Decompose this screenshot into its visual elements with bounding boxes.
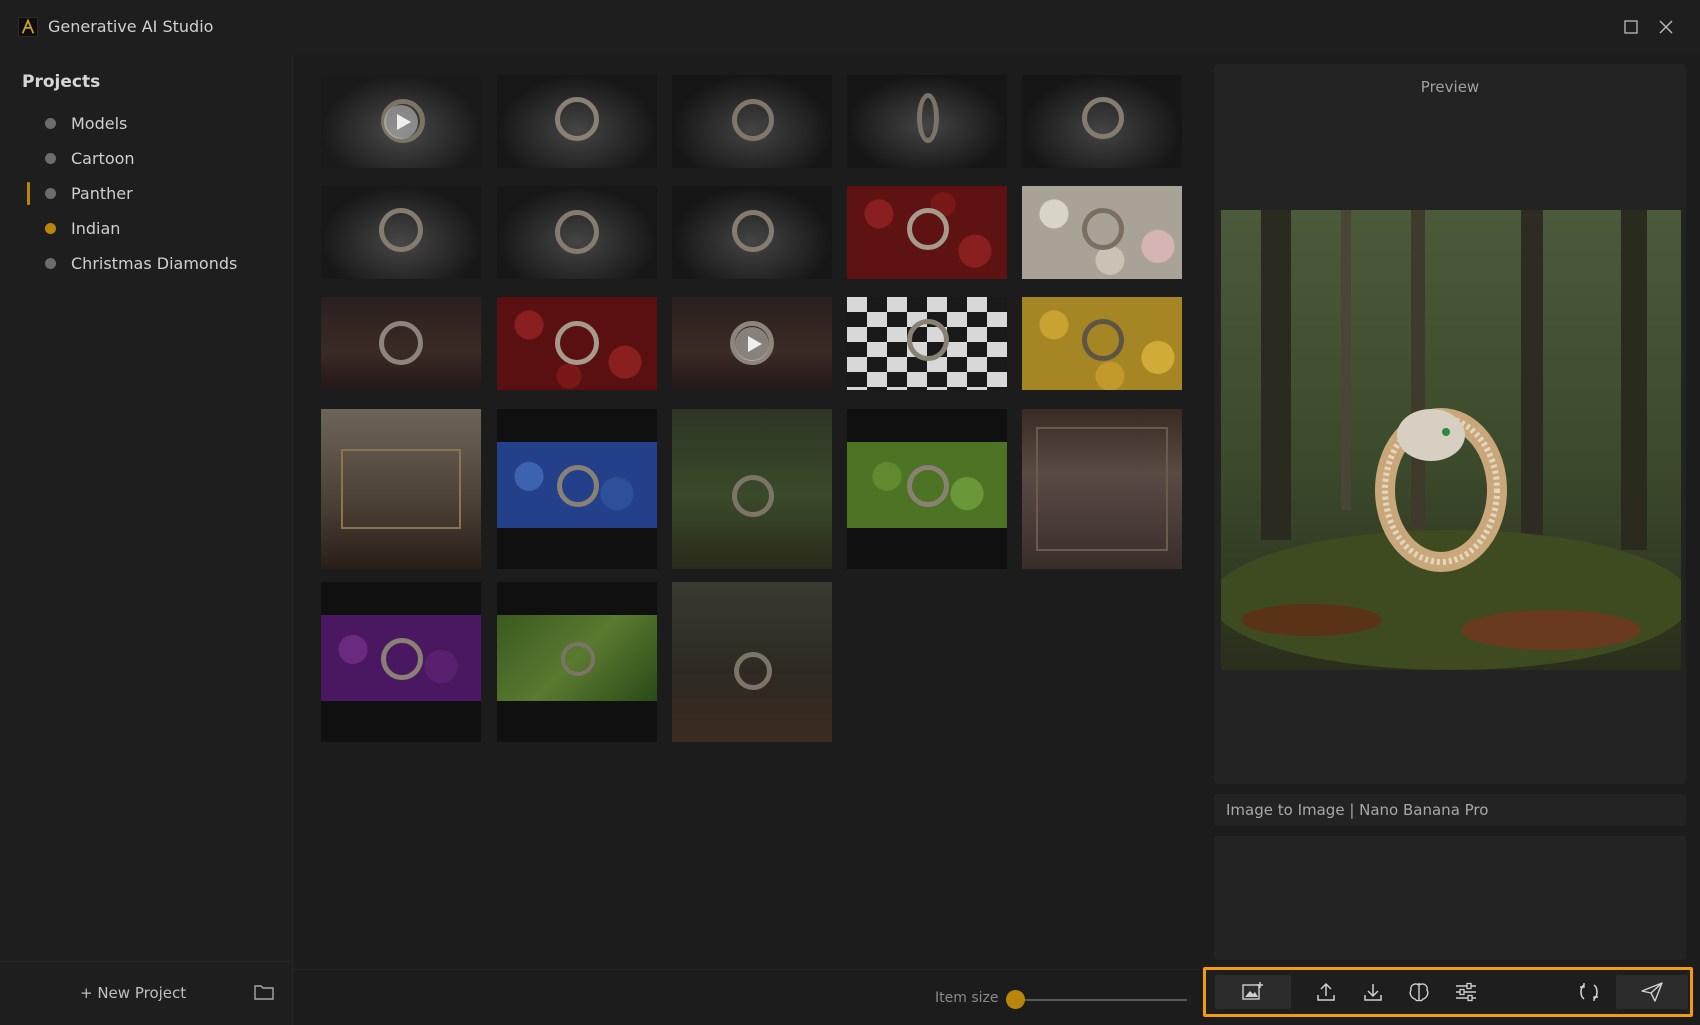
brain-icon — [1409, 983, 1429, 1002]
thumbnail-image[interactable] — [847, 186, 1007, 279]
item-size-slider-handle[interactable] — [1006, 990, 1025, 1009]
thumbnail-video[interactable] — [321, 75, 481, 168]
model-label: Image to Image | Nano Banana Pro — [1226, 801, 1489, 819]
thumbnail-image[interactable] — [672, 582, 832, 742]
thumbnail-image[interactable] — [847, 409, 1007, 569]
ai-model-button[interactable] — [1402, 975, 1436, 1009]
thumbnail-grid — [294, 54, 1200, 969]
close-button[interactable] — [1652, 14, 1680, 40]
thumbnail-image[interactable] — [497, 409, 657, 569]
add-image-button[interactable] — [1215, 975, 1291, 1009]
title-bar: Generative AI Studio — [0, 0, 1700, 54]
thumbnail-image[interactable] — [321, 297, 481, 390]
sliders-icon — [1456, 982, 1476, 1002]
thumbnail-image[interactable] — [321, 186, 481, 279]
thumbnail-image[interactable] — [321, 582, 481, 742]
sidebar-item-indian[interactable]: Indian — [0, 211, 293, 246]
app-logo-icon — [18, 17, 38, 37]
close-icon — [1659, 20, 1673, 34]
settings-button[interactable] — [1449, 975, 1483, 1009]
project-list: Models Cartoon Panther Indian Christmas … — [0, 106, 293, 281]
thumbnail-image[interactable] — [497, 75, 657, 168]
upload-icon — [1317, 982, 1335, 1001]
sidebar-item-label: Panther — [71, 184, 133, 203]
sidebar-footer: + New Project — [0, 961, 293, 1025]
thumbnail-image[interactable] — [1022, 75, 1182, 168]
refresh-button[interactable] — [1572, 975, 1606, 1009]
grid-footer: Item size — [294, 969, 1200, 1025]
folder-icon[interactable] — [253, 982, 275, 1002]
thumbnail-image[interactable] — [497, 297, 657, 390]
maximize-button[interactable] — [1617, 14, 1645, 40]
play-icon — [735, 326, 769, 361]
thumbnail-image[interactable] — [497, 186, 657, 279]
send-button[interactable] — [1616, 975, 1688, 1009]
item-size-label: Item size — [935, 990, 999, 1006]
upload-button[interactable] — [1309, 975, 1343, 1009]
maximize-icon — [1624, 20, 1638, 34]
play-icon — [384, 104, 418, 139]
status-dot — [45, 188, 56, 199]
preview-image — [1221, 210, 1681, 670]
projects-heading: Projects — [22, 72, 101, 92]
status-dot — [45, 258, 56, 269]
status-dot — [45, 223, 56, 234]
thumbnail-image[interactable] — [672, 186, 832, 279]
refresh-icon — [1580, 983, 1598, 1001]
new-project-button[interactable]: + New Project — [80, 984, 186, 1002]
thumbnail-image[interactable] — [1022, 297, 1182, 390]
preview-title: Preview — [1420, 78, 1480, 96]
thumbnail-image[interactable] — [847, 75, 1007, 168]
thumbnail-image[interactable] — [847, 297, 1007, 390]
sidebar-item-models[interactable]: Models — [0, 106, 293, 141]
thumbnail-image[interactable] — [497, 582, 657, 742]
download-icon — [1364, 984, 1382, 1001]
preview-panel: Preview — [1214, 64, 1686, 784]
thumbnail-image[interactable] — [1022, 409, 1182, 569]
thumbnail-image[interactable] — [672, 409, 832, 569]
thumbnail-image[interactable] — [321, 409, 481, 569]
app-title: Generative AI Studio — [48, 17, 214, 36]
sidebar-item-cartoon[interactable]: Cartoon — [0, 141, 293, 176]
model-selector[interactable]: Image to Image | Nano Banana Pro — [1214, 794, 1686, 826]
sidebar-item-label: Models — [71, 114, 128, 133]
status-dot — [45, 153, 56, 164]
status-dot — [45, 118, 56, 129]
sidebar-item-label: Christmas Diamonds — [71, 254, 238, 273]
sidebar-item-christmas-diamonds[interactable]: Christmas Diamonds — [0, 246, 293, 281]
active-indicator — [27, 182, 30, 205]
projects-sidebar: Projects Models Cartoon Panther Indian C… — [0, 54, 293, 1025]
thumbnail-image[interactable] — [1022, 186, 1182, 279]
send-icon — [1641, 982, 1663, 1002]
sidebar-item-panther[interactable]: Panther — [0, 176, 293, 211]
sidebar-item-label: Indian — [71, 219, 121, 238]
thumbnail-video[interactable] — [672, 297, 832, 390]
action-toolbar — [1203, 967, 1693, 1017]
sidebar-item-label: Cartoon — [71, 149, 135, 168]
item-size-slider-track[interactable] — [1012, 999, 1187, 1001]
download-button[interactable] — [1356, 975, 1390, 1009]
prompt-input[interactable] — [1214, 836, 1686, 960]
thumbnail-image[interactable] — [672, 75, 832, 168]
add-image-icon — [1242, 982, 1263, 1000]
